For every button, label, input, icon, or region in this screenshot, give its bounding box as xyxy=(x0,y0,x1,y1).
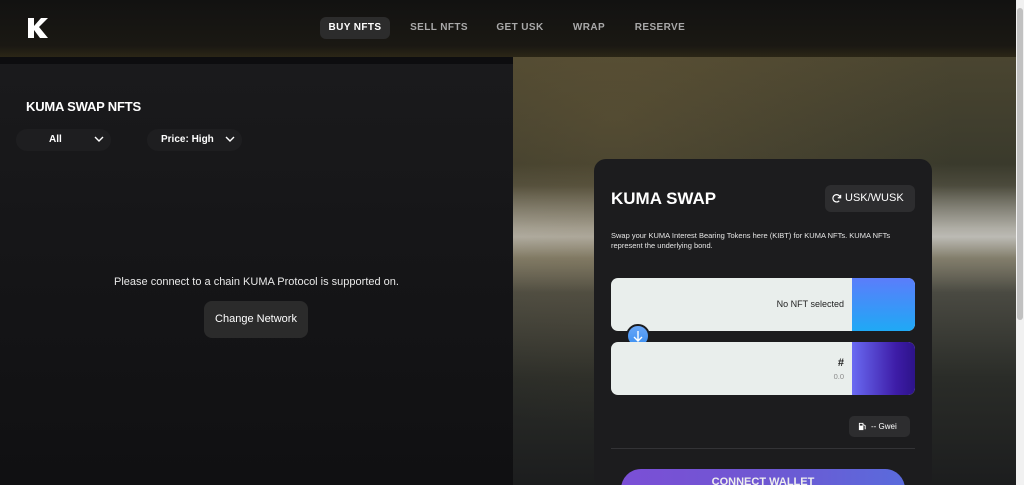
panel-title: KUMA SWAP NFTS xyxy=(26,99,141,114)
amount-value: 0.0 xyxy=(833,372,844,381)
category-filter-select[interactable]: All xyxy=(16,129,111,151)
nav-get-usk[interactable]: GET USK xyxy=(490,17,550,39)
chevron-down-icon xyxy=(225,136,235,142)
nft-select-text: No NFT selected xyxy=(776,299,844,309)
swap-title: KUMA SWAP xyxy=(611,189,717,208)
token-toggle-button[interactable]: USK/WUSK xyxy=(825,185,915,212)
nav-reserve[interactable]: RESERVE xyxy=(628,17,692,39)
kuma-swap-card: KUMA SWAP USK/WUSK Swap your KUMA Intere… xyxy=(594,159,932,485)
chevron-down-icon xyxy=(94,136,104,142)
amount-token-side-panel[interactable] xyxy=(852,342,915,395)
nav-wrap[interactable]: WRAP xyxy=(566,17,612,39)
price-sort-value: Price: High xyxy=(161,134,214,145)
main-nav: BUY NFTS SELL NFTS GET USK WRAP RESERVE xyxy=(0,17,1016,39)
gas-pump-icon xyxy=(858,422,866,431)
amount-box[interactable]: # 0.0 xyxy=(611,342,915,395)
nft-select-side-panel[interactable] xyxy=(852,278,915,331)
unsupported-chain-message: Please connect to a chain KUMA Protocol … xyxy=(114,276,399,288)
refresh-icon xyxy=(832,194,842,203)
nav-sell-nfts[interactable]: SELL NFTS xyxy=(405,17,473,39)
connect-wallet-button[interactable]: CONNECT WALLET xyxy=(621,469,905,485)
top-navigation-bar: BUY NFTS SELL NFTS GET USK WRAP RESERVE xyxy=(0,0,1016,57)
nft-list-panel: KUMA SWAP NFTS All Price: High Please co… xyxy=(0,64,513,485)
nft-select-box[interactable]: No NFT selected xyxy=(611,278,915,331)
token-toggle-label: USK/WUSK xyxy=(845,192,904,204)
swap-description: Swap your KUMA Interest Bearing Tokens h… xyxy=(611,231,891,250)
page-scrollbar[interactable] xyxy=(1016,0,1024,485)
amount-symbol: # xyxy=(837,357,844,369)
category-filter-value: All xyxy=(49,134,62,145)
nav-buy-nfts[interactable]: BUY NFTS xyxy=(320,17,390,39)
gas-price-value: -- Gwei xyxy=(871,422,897,431)
arrow-down-icon xyxy=(633,331,643,342)
gas-price-indicator[interactable]: -- Gwei xyxy=(849,416,910,437)
change-network-button[interactable]: Change Network xyxy=(204,301,308,338)
scrollbar-thumb[interactable] xyxy=(1017,8,1023,320)
divider xyxy=(611,448,915,449)
price-sort-select[interactable]: Price: High xyxy=(147,129,242,151)
